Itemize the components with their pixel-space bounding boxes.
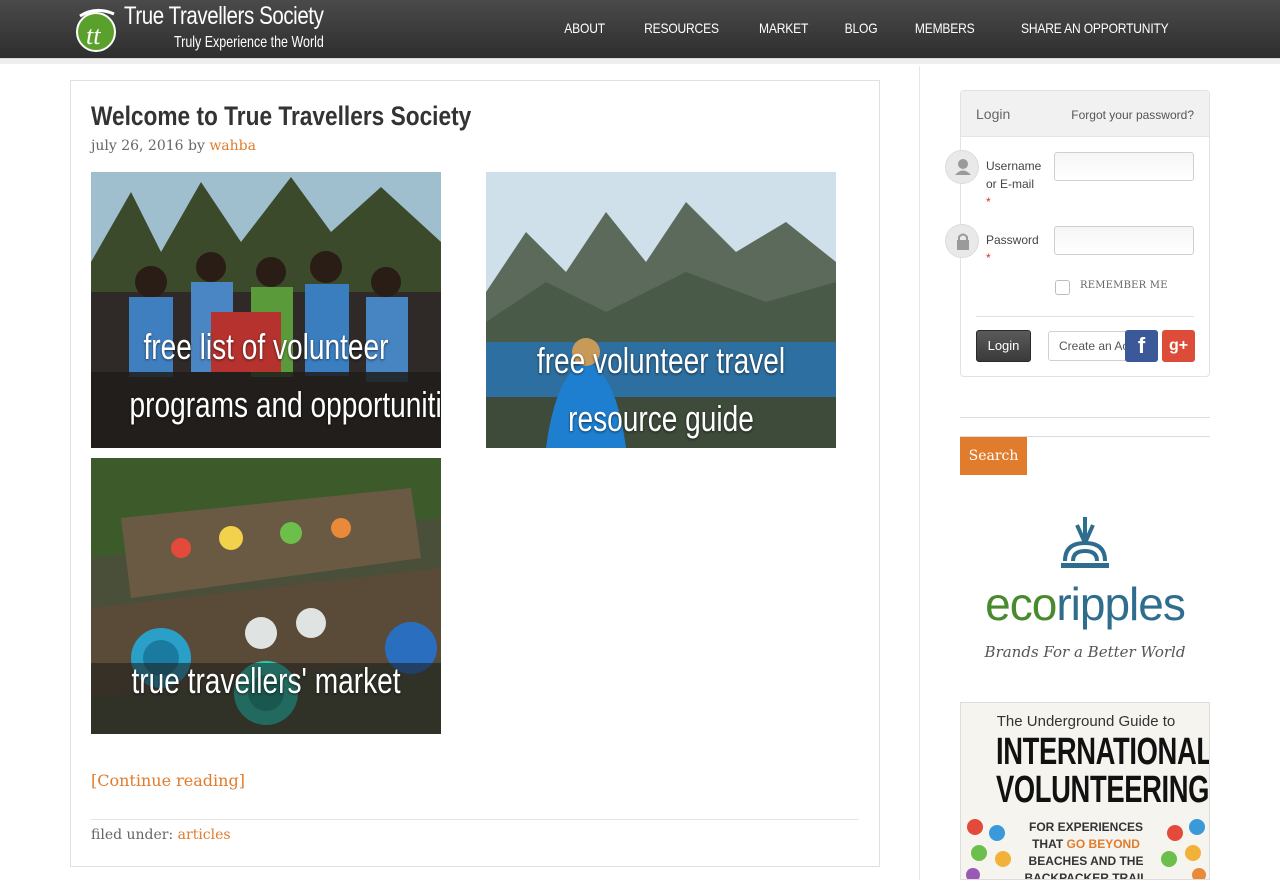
book-tagline-4: BACKPACKER TRAIL [1024,871,1148,880]
book-tagline-1: FOR EXPERIENCES [1028,820,1144,834]
tile-caption-line1: free list of volunteer [143,326,389,367]
category-link[interactable]: articles [178,827,231,843]
tile-market[interactable]: true travellers' market [91,458,441,734]
tile-caption-line2: programs and opportunities [129,384,442,425]
forgot-password-link[interactable]: Forgot your password? [1071,108,1194,122]
header-underline [0,58,1280,64]
login-separator [976,316,1194,317]
post-footer: filed under: articles [91,827,231,843]
ecoripples-logo-icon [1061,517,1109,568]
post-meta: july 26, 2016 by wahba [91,138,256,154]
search-input[interactable] [960,417,1210,437]
post-author-link[interactable]: wahba [209,138,256,154]
site-tagline: Truly Experience the World [174,34,324,51]
remember-me-checkbox[interactable] [1055,280,1070,295]
password-required-mark: * [986,251,991,265]
volunteering-book-ad[interactable]: The Underground Guide to INTERNATIONAL V… [960,702,1210,880]
handprints-right-icon [1161,819,1206,879]
book-title-line2: VOLUNTEERING [996,769,1210,811]
ecoripples-tagline: Brands For a Better World [984,643,1186,661]
post-title[interactable]: Welcome to True Travellers Society [91,101,471,132]
login-widget: Login Forgot your password? Username or … [945,90,1210,377]
site-logo[interactable]: tt True Travellers Society Truly Experie… [74,2,324,56]
tile-resource-guide[interactable]: free volunteer travel resource guide [486,172,836,448]
ecoripples-ad[interactable]: ecoripples Brands For a Better World [960,505,1210,665]
svg-text:tt: tt [86,21,101,50]
nav-share-opportunity[interactable]: SHARE AN OPPORTUNITY [1009,20,1182,36]
book-subtitle-top: The Underground Guide to [996,713,1176,730]
password-input[interactable] [1054,226,1194,255]
site-header: tt True Travellers Society Truly Experie… [0,0,1280,58]
login-tab[interactable]: Login [976,106,1010,122]
handprints-left-icon [966,819,1011,879]
tile-caption-line1: free volunteer travel [536,340,786,381]
nav-members[interactable]: MEMBERS [902,20,987,36]
post-article: Welcome to True Travellers Society july … [70,80,880,867]
book-tagline-2: THAT GO BEYOND [1032,837,1140,851]
google-plus-login-icon[interactable]: g+ [1162,330,1195,362]
tile-caption: true travellers' market [131,660,401,701]
book-tagline-3: BEACHES AND THE [1028,854,1144,868]
main-nav: ABOUT RESOURCES MARKET BLOG MEMBERS SHAR… [546,20,1196,36]
ecoripples-wordmark: ecoripples [985,578,1186,630]
book-title-line1: INTERNATIONAL [996,731,1210,773]
username-label: Username or E-mail * [986,157,1046,211]
search-button[interactable]: Search [960,437,1027,475]
site-name: True Travellers Society [124,2,324,30]
user-icon [945,150,979,184]
filed-under-label: filed under: [91,827,174,843]
nav-about[interactable]: ABOUT [551,20,617,36]
column-divider [919,66,920,880]
nav-resources[interactable]: RESOURCES [631,20,732,36]
login-button[interactable]: Login [976,330,1031,362]
tile-volunteer-programs[interactable]: free list of volunteer programs and oppo… [91,172,441,448]
post-divider [91,819,859,820]
login-header: Login Forgot your password? [961,91,1209,137]
username-input[interactable] [1054,152,1194,181]
nav-blog[interactable]: BLOG [832,20,891,36]
logo-badge-icon: tt [76,9,116,52]
post-date: july 26, 2016 [91,138,184,154]
lock-icon [945,224,979,258]
tile-caption-line2: resource guide [568,398,754,439]
facebook-login-icon[interactable]: f [1125,330,1158,362]
continue-reading-link[interactable]: [Continue reading] [91,771,245,790]
remember-me-label: REMEMBER ME [1080,280,1168,291]
nav-market[interactable]: MARKET [746,20,821,36]
password-label: Password * [986,231,1046,267]
post-by: by [188,138,205,154]
username-required-mark: * [986,195,991,209]
